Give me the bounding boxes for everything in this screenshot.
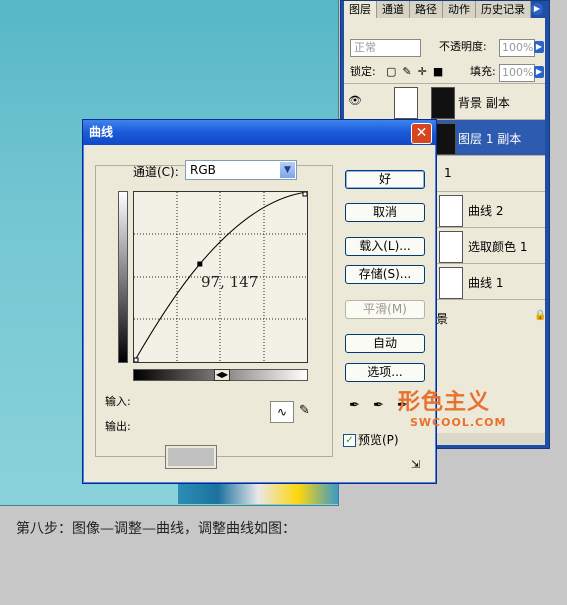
tab-channels[interactable]: 通道 [377, 1, 410, 18]
output-gradient-bar [118, 191, 128, 363]
lock-all-icon[interactable]: ■ [433, 65, 449, 78]
layer-name: 曲线 2 [468, 204, 504, 218]
gradient-toggle-icon[interactable]: ◀▶ [214, 369, 230, 381]
color-swatch [165, 445, 217, 469]
tab-paths[interactable]: 路径 [410, 1, 443, 18]
watermark-url: SWCOOL.COM [410, 416, 507, 429]
tab-history[interactable]: 历史记录 [476, 1, 531, 18]
layer-mask-thumbnail [439, 231, 463, 263]
preview-label: 预览(P) [358, 433, 399, 447]
opacity-label: 不透明度: [439, 40, 487, 53]
curve-control-point[interactable] [197, 261, 203, 267]
input-label: 输入: [105, 395, 131, 408]
preview-checkbox[interactable]: ✓ 预览(P) [343, 433, 399, 447]
channel-value: RGB [190, 163, 216, 177]
channel-label: 通道(C): [133, 165, 179, 179]
lock-move-icon[interactable]: ✛ [418, 65, 433, 78]
black-eyedropper-icon[interactable]: ✒ [349, 398, 360, 413]
point-readout: 97, 147 [201, 273, 259, 291]
fill-arrow-icon[interactable]: ▶ [534, 66, 544, 78]
layer-mask-thumbnail [439, 267, 463, 299]
dialog-titlebar[interactable]: 曲线 ✕ [83, 120, 436, 145]
fill-label: 填充: [470, 65, 496, 78]
layer-mask-thumbnail [439, 195, 463, 227]
save-button[interactable]: 存储(S)... [345, 265, 425, 284]
layer-mask-thumbnail [431, 87, 455, 119]
layer-name: 图层 1 副本 [458, 132, 522, 146]
layer-name: 曲线 1 [468, 276, 504, 290]
curve-endpoint[interactable] [133, 357, 139, 363]
dialog-title: 曲线 [89, 125, 114, 139]
curves-dialog: 曲线 ✕ 通道(C): RGB ▼ 97, 147 ◀▶ 输入: 输出: ∿ ✎… [82, 119, 437, 484]
layer-thumbnail [394, 87, 418, 119]
lock-paint-icon[interactable]: ✎ [402, 65, 417, 78]
load-button[interactable]: 载入(L)... [345, 237, 425, 256]
curve-endpoint[interactable] [302, 191, 308, 197]
curve-tool-icon[interactable]: ∿ [270, 401, 294, 423]
channel-select[interactable]: RGB ▼ [185, 160, 297, 180]
panel-menu-arrow-icon[interactable]: ▶ [531, 3, 543, 15]
blend-mode-select[interactable]: 正常 [350, 39, 421, 57]
close-button[interactable]: ✕ [411, 123, 432, 144]
layer-name: 景 [436, 312, 449, 326]
gray-eyedropper-icon[interactable]: ✒ [373, 398, 384, 413]
pencil-tool-icon[interactable]: ✎ [299, 403, 310, 418]
smooth-button[interactable]: 平滑(M) [345, 300, 425, 319]
layer-row[interactable]: 👁 背景 副本 [344, 83, 545, 120]
layer-name: 选取颜色 1 [468, 240, 528, 254]
lock-label: 锁定: [350, 65, 376, 78]
checkmark-icon[interactable]: ✓ [343, 434, 356, 447]
tab-layers[interactable]: 图层 [344, 1, 377, 18]
layer-name: 背景 副本 [458, 96, 510, 110]
chevron-down-icon[interactable]: ▼ [280, 162, 295, 178]
lock-icons[interactable]: ▢✎✛■ [386, 64, 449, 80]
step-caption: 第八步：图像—调整—曲线，调整曲线如图： [16, 521, 296, 537]
layers-panel-tabs: 图层 通道 路径 动作 历史记录 [344, 1, 545, 18]
lock-icon: 🔒 [534, 310, 547, 321]
layer-name: 1 [444, 166, 452, 180]
opacity-input[interactable]: 100% [499, 39, 535, 57]
output-label: 输出: [105, 420, 131, 433]
options-button[interactable]: 选项... [345, 363, 425, 382]
resize-icon[interactable]: ⇲ [411, 458, 420, 471]
visibility-eye-icon[interactable]: 👁 [348, 94, 362, 107]
fill-input[interactable]: 100% [499, 64, 535, 82]
opacity-arrow-icon[interactable]: ▶ [534, 41, 544, 53]
tab-actions[interactable]: 动作 [443, 1, 476, 18]
watermark-logo: 形色主义 [398, 390, 491, 415]
lock-transparency-icon[interactable]: ▢ [386, 65, 402, 78]
cancel-button[interactable]: 取消 [345, 203, 425, 222]
auto-button[interactable]: 自动 [345, 334, 425, 353]
ok-button[interactable]: 好 [345, 170, 425, 189]
image-bottom-strip [178, 482, 338, 504]
input-gradient-bar: ◀▶ [133, 369, 308, 381]
